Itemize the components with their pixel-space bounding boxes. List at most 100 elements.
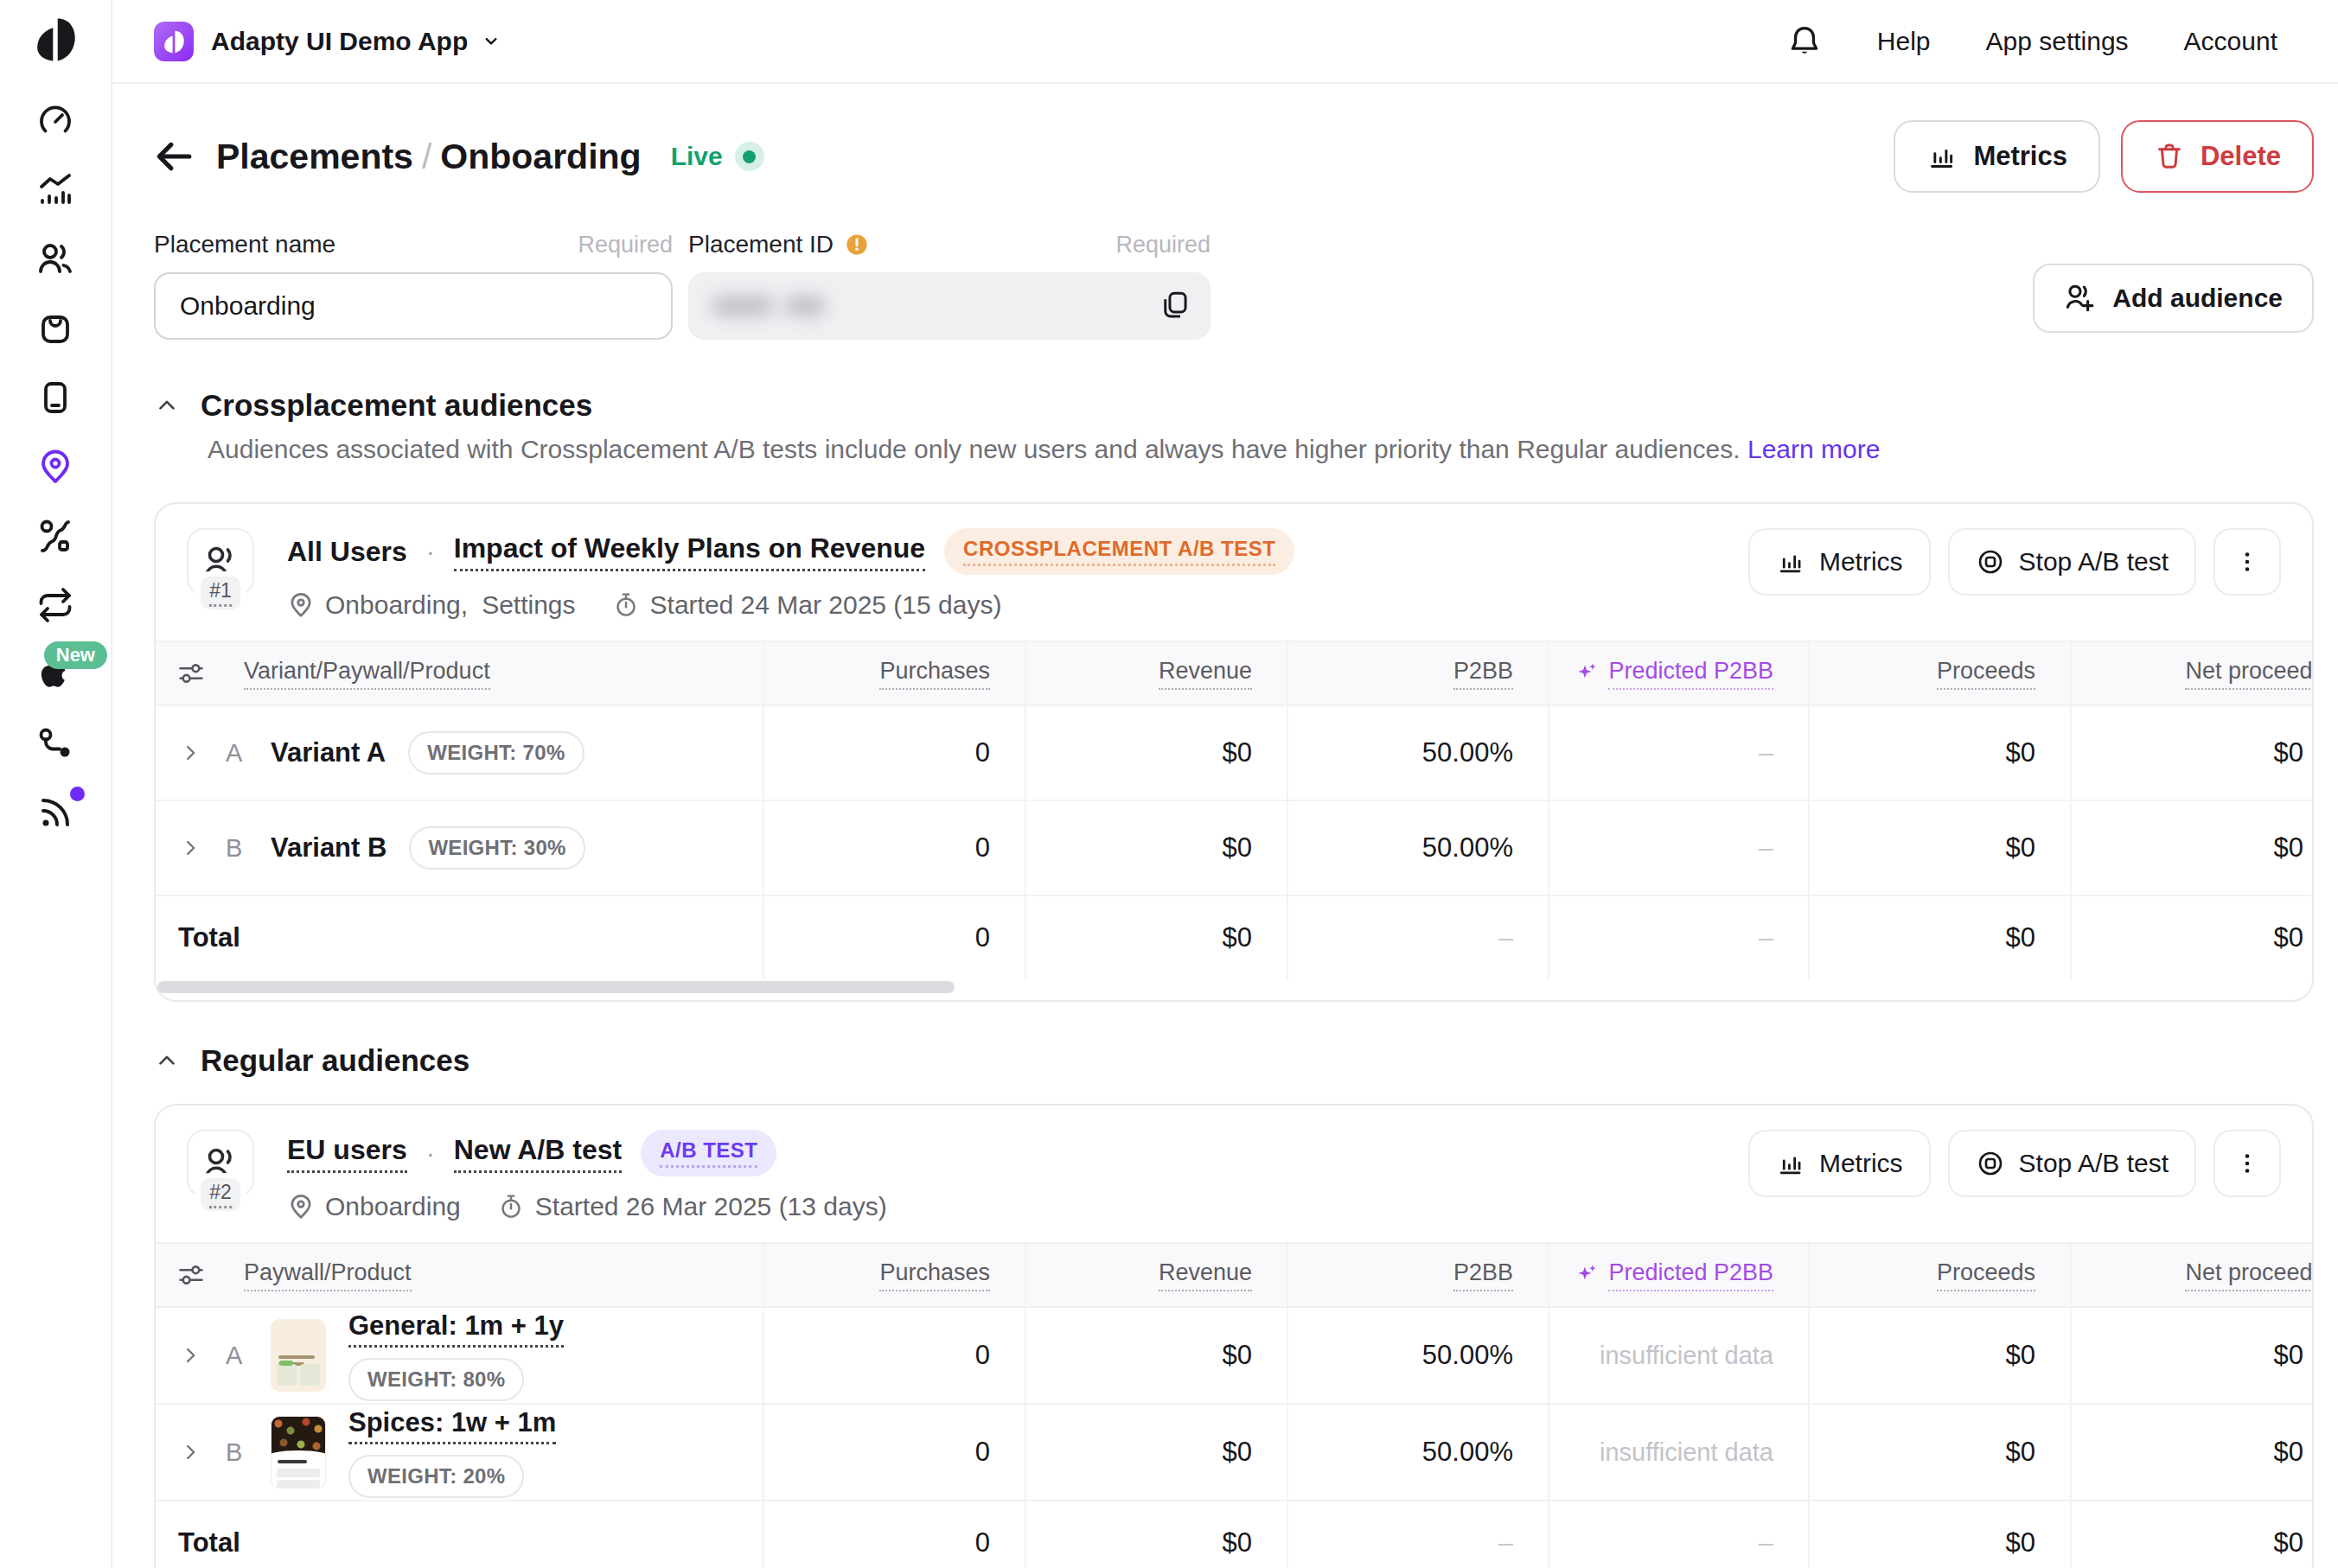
weight-badge: WEIGHT: 70% xyxy=(408,731,584,774)
column-header[interactable]: Proceeds xyxy=(1937,658,2035,690)
column-header[interactable]: Net proceeds xyxy=(2185,1259,2314,1291)
column-header[interactable]: Revenue xyxy=(1159,658,1252,690)
ab-test-name[interactable]: Impact of Weekly Plans on Revenue xyxy=(454,532,925,571)
campaigns-icon[interactable] xyxy=(36,586,74,624)
delete-button[interactable]: Delete xyxy=(2121,120,2314,193)
column-header[interactable]: Proceeds xyxy=(1937,1259,2035,1291)
crossplacement-ab-test-badge[interactable]: CROSSPLACEMENT A/B TEST xyxy=(944,528,1294,575)
paywalls-table: Paywall/Product Purchases Revenue P2BB P… xyxy=(156,1242,2312,1568)
location-pin-icon xyxy=(287,1193,315,1221)
horizontal-scrollbar[interactable] xyxy=(157,981,955,993)
column-header[interactable]: Net proceeds xyxy=(2185,658,2314,690)
adapty-logo[interactable] xyxy=(30,14,80,64)
add-audience-button[interactable]: Add audience xyxy=(2033,264,2314,333)
audience-name: All Users xyxy=(287,536,407,568)
new-badge: New xyxy=(44,641,107,669)
metrics-button[interactable]: Metrics xyxy=(1894,120,2100,193)
ab-test-badge[interactable]: A/B TEST xyxy=(641,1130,776,1176)
card-metrics-button[interactable]: Metrics xyxy=(1748,528,1931,596)
column-header[interactable]: P2BB xyxy=(1453,658,1513,690)
regular-title: Regular audiences xyxy=(201,1043,470,1078)
column-header[interactable]: Variant/Paywall/Product xyxy=(244,658,490,690)
notification-dot xyxy=(70,787,85,801)
placement-link[interactable]: Onboarding, xyxy=(325,590,468,620)
column-header[interactable]: Predicted P2BB xyxy=(1608,1259,1773,1291)
timer-icon xyxy=(612,591,640,619)
paywall-row: A General: 1m + 1y WEIGHT: 80% 0 $0 50.0… xyxy=(156,1308,2312,1405)
main-content: Placements/Onboarding Live Metrics Delet… xyxy=(112,86,2338,1568)
app-selector[interactable]: Adapty UI Demo App xyxy=(211,27,468,56)
placement-id-input[interactable] xyxy=(688,272,1211,340)
copy-icon[interactable] xyxy=(1159,290,1191,322)
profiles-icon[interactable] xyxy=(36,240,74,278)
expand-row-icon[interactable] xyxy=(156,1308,226,1403)
column-header[interactable]: P2BB xyxy=(1453,1259,1513,1291)
stop-ab-test-button[interactable]: Stop A/B test xyxy=(1948,1130,2196,1197)
crossplacement-description: Audiences associated with Crossplacement… xyxy=(208,435,2314,464)
table-settings-icon[interactable] xyxy=(176,659,206,688)
collapse-icon[interactable] xyxy=(154,392,180,418)
paywall-name[interactable]: Spices: 1w + 1m xyxy=(348,1407,556,1444)
placement-link[interactable]: Onboarding xyxy=(325,1192,461,1221)
audience-number: #1 xyxy=(201,577,240,609)
sparkle-icon xyxy=(1574,1262,1600,1288)
audience-icon xyxy=(201,1144,240,1182)
warning-icon xyxy=(844,232,870,258)
apple-icon[interactable]: New xyxy=(36,655,74,693)
paywall-name[interactable]: General: 1m + 1y xyxy=(348,1310,564,1348)
audience-avatar: #2 xyxy=(187,1130,254,1197)
placement-name-input[interactable]: Onboarding xyxy=(154,272,673,340)
variant-name: Variant A xyxy=(271,737,386,768)
audience-avatar: #1 xyxy=(187,528,254,596)
audience-number: #2 xyxy=(201,1178,240,1211)
crossplacement-section-header: Crossplacement audiences xyxy=(154,388,2314,423)
analytics-icon[interactable] xyxy=(36,171,74,209)
table-settings-icon[interactable] xyxy=(176,1260,206,1290)
paywall-thumbnail xyxy=(271,1416,326,1488)
notifications-icon[interactable] xyxy=(1787,24,1822,59)
location-pin-icon xyxy=(287,591,315,619)
card-metrics-button[interactable]: Metrics xyxy=(1748,1130,1931,1197)
audience-name[interactable]: EU users xyxy=(287,1134,407,1173)
help-link[interactable]: Help xyxy=(1877,27,1931,56)
account-link[interactable]: Account xyxy=(2184,27,2277,56)
more-options-button[interactable] xyxy=(2213,1130,2281,1197)
column-header[interactable]: Paywall/Product xyxy=(244,1259,412,1291)
app-settings-link[interactable]: App settings xyxy=(1985,27,2128,56)
chevron-down-icon[interactable] xyxy=(480,30,502,53)
dashboard-icon[interactable] xyxy=(36,102,74,140)
products-icon[interactable] xyxy=(36,309,74,347)
ab-tests-icon[interactable] xyxy=(36,517,74,555)
required-hint: Required xyxy=(1115,232,1211,258)
stop-ab-test-button[interactable]: Stop A/B test xyxy=(1948,528,2196,596)
breadcrumb-parent[interactable]: Placements xyxy=(216,137,413,176)
placement-id-label: Placement ID xyxy=(688,231,870,258)
feed-icon[interactable] xyxy=(36,794,74,832)
variant-name: Variant B xyxy=(271,832,386,864)
column-header[interactable]: Purchases xyxy=(879,658,990,690)
back-arrow-icon[interactable] xyxy=(154,137,194,176)
page-title: Onboarding xyxy=(440,137,641,176)
more-options-button[interactable] xyxy=(2213,528,2281,596)
expand-row-icon[interactable] xyxy=(156,801,226,895)
blurred-id-value xyxy=(712,296,825,316)
column-header[interactable]: Predicted P2BB xyxy=(1608,658,1773,690)
expand-row-icon[interactable] xyxy=(156,1405,226,1500)
placements-icon[interactable] xyxy=(36,448,74,486)
placement-name-label: Placement name xyxy=(154,231,335,258)
expand-row-icon[interactable] xyxy=(156,706,226,800)
learn-more-link[interactable]: Learn more xyxy=(1747,435,1880,463)
breadcrumb: Placements/Onboarding xyxy=(216,137,642,177)
placement-link[interactable]: Settings xyxy=(482,590,575,620)
page-header: Placements/Onboarding Live Metrics Delet… xyxy=(154,120,2314,193)
timer-icon xyxy=(497,1193,525,1221)
integrations-icon[interactable] xyxy=(36,724,74,762)
paywalls-icon[interactable] xyxy=(36,379,74,417)
paywall-thumbnail xyxy=(271,1319,326,1392)
audience-icon xyxy=(201,543,240,581)
variant-row: BVariant BWEIGHT: 30% 0 $0 50.00% – $0 $… xyxy=(156,801,2312,896)
column-header[interactable]: Revenue xyxy=(1159,1259,1252,1291)
collapse-icon[interactable] xyxy=(154,1048,180,1074)
column-header[interactable]: Purchases xyxy=(879,1259,990,1291)
ab-test-name[interactable]: New A/B test xyxy=(454,1134,622,1173)
